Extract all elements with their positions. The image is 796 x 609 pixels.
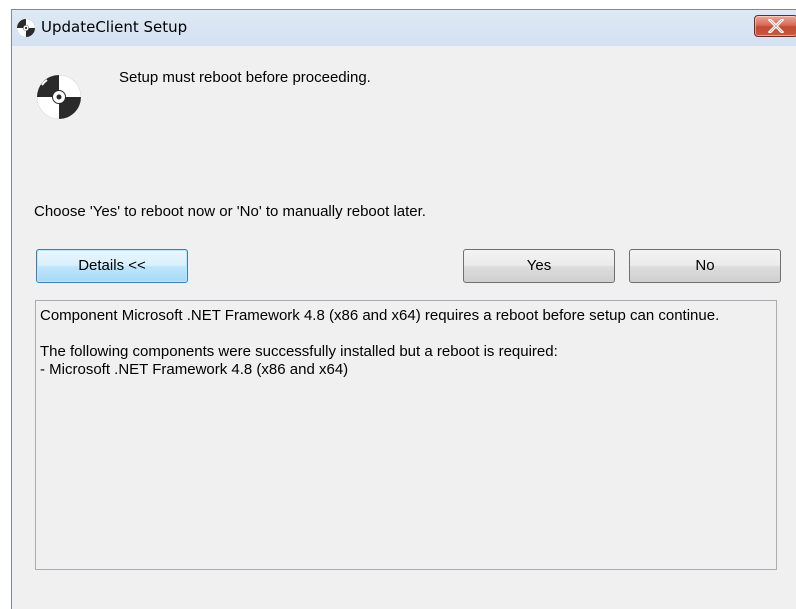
setup-dialog-window: UpdateClient Setup Setup must reboot bef…: [11, 9, 796, 609]
yes-button[interactable]: Yes: [463, 249, 615, 283]
disc-setup-icon: [36, 74, 82, 120]
details-textbox[interactable]: Component Microsoft .NET Framework 4.8 (…: [35, 300, 777, 570]
close-icon: [768, 19, 784, 33]
title-bar[interactable]: UpdateClient Setup: [12, 10, 796, 46]
disc-setup-icon: [16, 18, 36, 38]
close-button[interactable]: [754, 15, 796, 37]
dialog-heading: Setup must reboot before proceeding.: [119, 69, 371, 86]
no-button[interactable]: No: [629, 249, 781, 283]
window-title: UpdateClient Setup: [41, 18, 188, 36]
details-toggle-button[interactable]: Details <<: [36, 249, 188, 283]
reboot-instruction: Choose 'Yes' to reboot now or 'No' to ma…: [34, 203, 426, 220]
